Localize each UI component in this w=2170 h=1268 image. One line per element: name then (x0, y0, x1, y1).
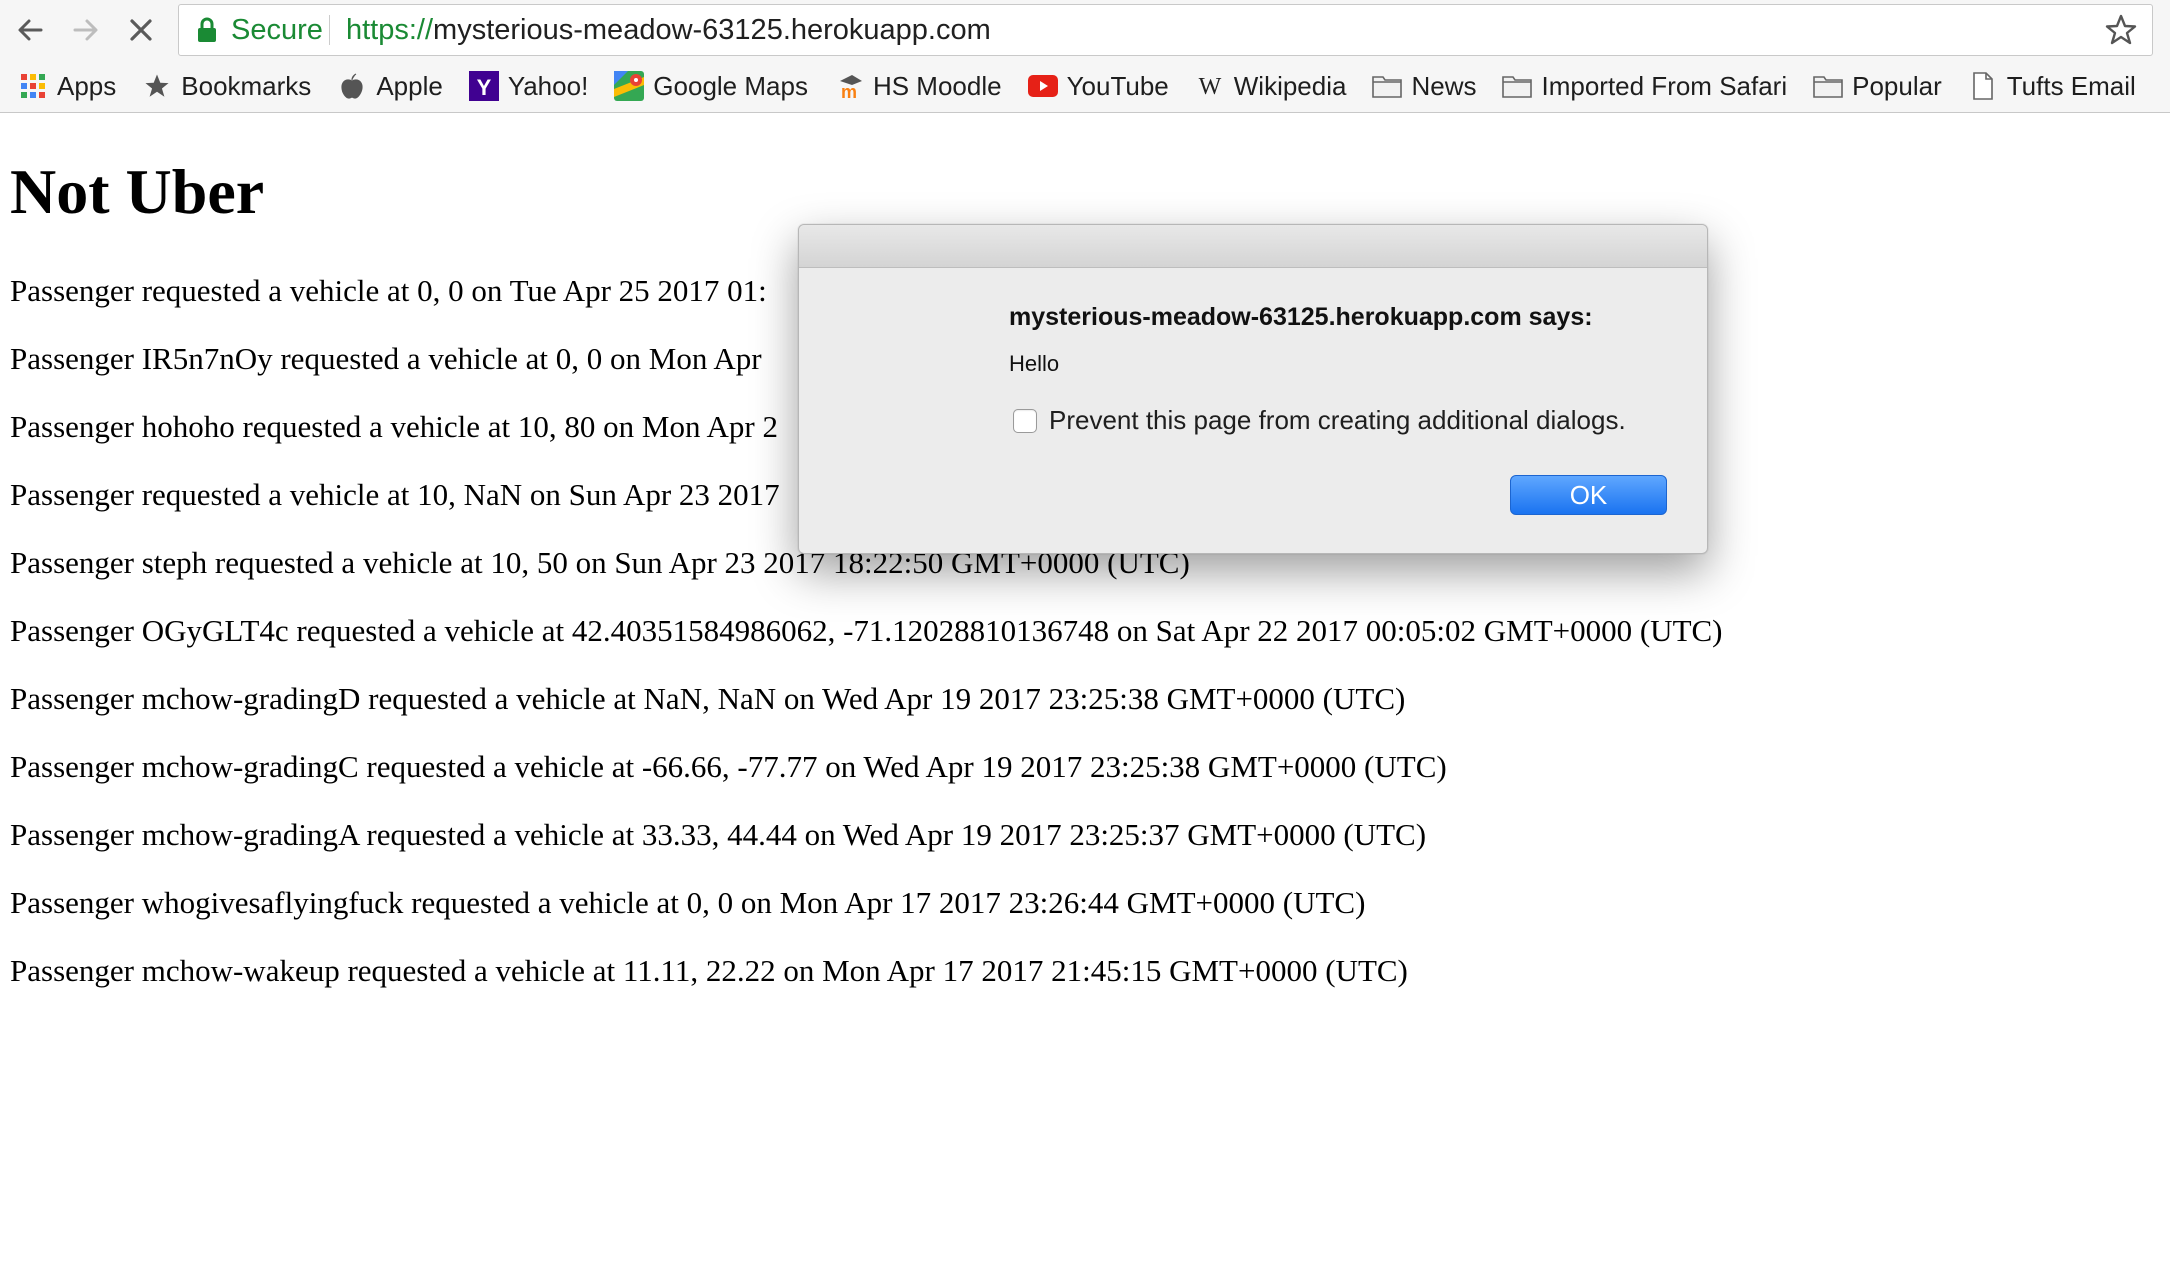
address-bar[interactable]: Secure https://mysterious-meadow-63125.h… (178, 4, 2153, 56)
star-icon (142, 71, 172, 101)
apple-icon (337, 71, 367, 101)
yahoo-icon: Y (468, 71, 499, 101)
url-text[interactable]: https://mysterious-meadow-63125.herokuap… (346, 5, 991, 55)
security-indicator[interactable]: Secure (197, 5, 323, 55)
ok-button[interactable]: OK (1510, 475, 1667, 515)
dialog-heading: mysterious-meadow-63125.herokuapp.com sa… (1009, 303, 1593, 331)
bookmark-youtube[interactable]: YouTube (1027, 66, 1169, 106)
bookmark-tufts-email[interactable]: Tufts Email (1968, 66, 2136, 106)
browser-chrome: Secure https://mysterious-meadow-63125.h… (0, 0, 2170, 113)
star-outline-icon (2105, 14, 2137, 45)
forward-button[interactable] (66, 10, 106, 50)
prevent-dialogs-label[interactable]: Prevent this page from creating addition… (1049, 405, 1626, 436)
moodle-icon: m (834, 71, 864, 101)
page-icon (1968, 71, 1998, 101)
bookmark-apple[interactable]: Apple (337, 66, 443, 106)
bookmark-folder-popular[interactable]: Popular (1813, 66, 1942, 106)
apps-grid-icon (18, 71, 48, 101)
request-item: Passenger mchow-gradingA requested a veh… (10, 817, 1427, 852)
page-title: Not Uber (10, 156, 265, 227)
bookmarks-bar: Apps Bookmarks Apple Y Yahoo! Google Map… (0, 64, 2170, 108)
back-button[interactable] (10, 10, 50, 50)
folder-icon (1502, 71, 1533, 101)
svg-text:W: W (1198, 74, 1221, 100)
bookmark-folder-news[interactable]: News (1372, 66, 1476, 106)
bookmark-hs-moodle[interactable]: m HS Moodle (834, 66, 1002, 106)
svg-text:m: m (841, 82, 857, 101)
alert-dialog: mysterious-meadow-63125.herokuapp.com sa… (798, 224, 1708, 554)
prevent-dialogs-checkbox[interactable] (1013, 408, 1037, 433)
back-arrow-icon (18, 19, 43, 41)
dialog-titlebar[interactable] (799, 225, 1707, 268)
dialog-message: Hello (1009, 351, 1060, 376)
prevent-dialogs-option[interactable]: Prevent this page from creating addition… (1013, 405, 1626, 436)
bookmark-yahoo[interactable]: Y Yahoo! (468, 66, 588, 106)
request-item: Passenger whogivesaflyingfuck requested … (10, 885, 1366, 920)
wikipedia-icon: W (1195, 71, 1225, 101)
youtube-icon (1027, 71, 1058, 101)
stop-loading-button[interactable] (121, 10, 161, 50)
lock-icon (198, 17, 216, 42)
request-item: Passenger mchow-wakeup requested a vehic… (10, 953, 1408, 988)
request-item: Passenger OGyGLT4c requested a vehicle a… (10, 613, 1723, 648)
svg-text:Y: Y (476, 75, 491, 100)
url-host: mysterious-meadow-63125.herokuapp.com (433, 14, 991, 46)
bookmark-folder-imported-from-safari[interactable]: Imported From Safari (1502, 66, 1787, 106)
request-item: Passenger mchow-gradingD requested a veh… (10, 681, 1406, 716)
folder-icon (1813, 71, 1843, 101)
bookmark-bookmarks[interactable]: Bookmarks (142, 66, 311, 106)
bookmark-wikipedia[interactable]: W Wikipedia (1195, 66, 1346, 106)
forward-arrow-icon (73, 19, 98, 41)
bookmark-google-maps[interactable]: Google Maps (614, 66, 808, 106)
address-separator (329, 15, 330, 45)
bookmark-apps[interactable]: Apps (18, 66, 116, 106)
folder-icon (1372, 71, 1403, 101)
bookmark-star-button[interactable] (2104, 13, 2138, 47)
google-maps-icon (614, 71, 645, 101)
close-x-icon (130, 19, 152, 41)
secure-label: Secure (231, 13, 323, 46)
url-protocol: https:// (346, 14, 434, 46)
request-item: Passenger mchow-gradingC requested a veh… (10, 749, 1447, 784)
